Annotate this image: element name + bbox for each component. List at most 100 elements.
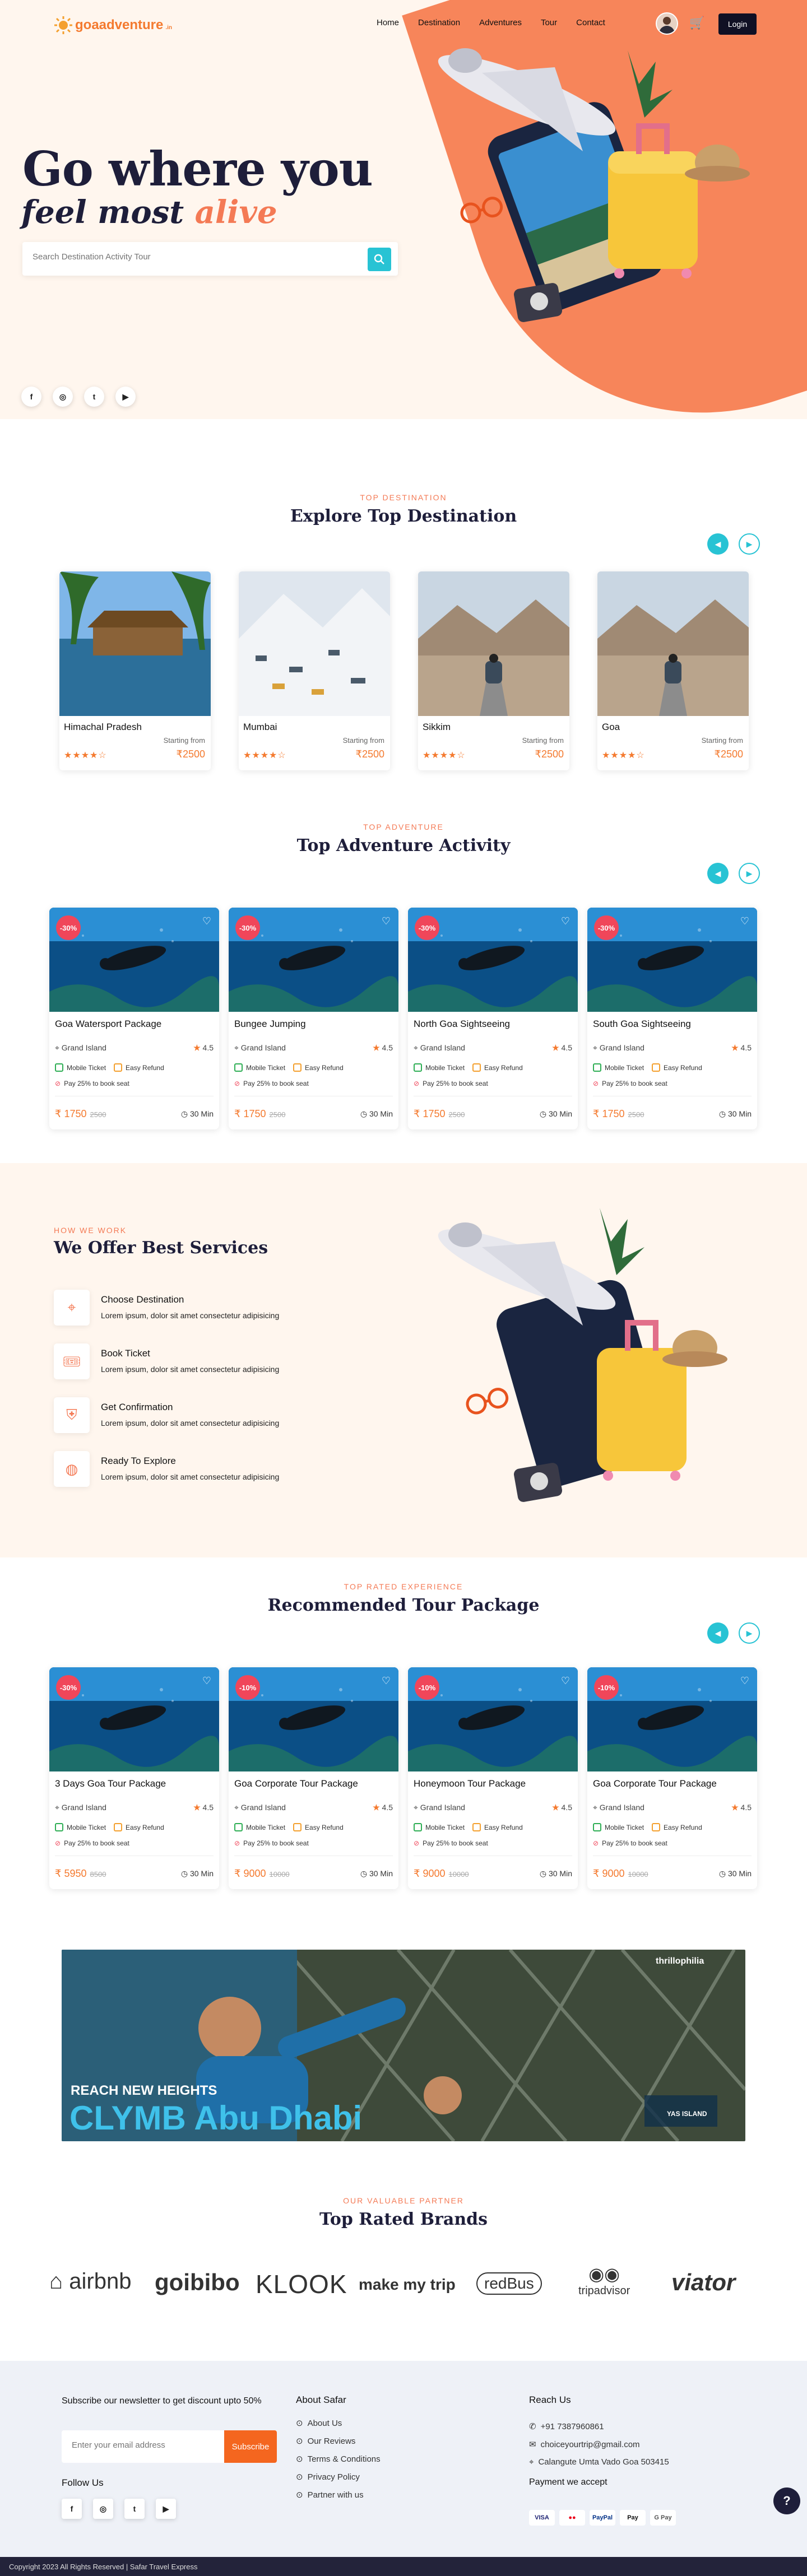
help-chat-button[interactable]: ? [773,2487,800,2514]
newsletter-email-input[interactable] [72,2440,212,2450]
package-card[interactable]: -30% ♡ North Goa Sightseeing ⌖ Grand Island… [408,908,578,1129]
destination-card[interactable]: Himachal Pradesh Starting from ★★★★☆ ₹25… [59,571,211,770]
destination-card[interactable]: Mumbai Starting from ★★★★☆ ₹2500 [239,571,390,770]
brand-airbnb: ⌂ airbnb [49,2269,132,2294]
heart-icon[interactable]: ♡ [382,915,391,927]
package-duration: ◷ 30 Min [181,1109,214,1119]
reach-title: Reach Us [529,2394,571,2405]
user-avatar[interactable] [656,12,678,35]
destination-name: Sikkim [423,722,451,732]
hero-travel-illustration [438,48,750,322]
nav-destination[interactable]: Destination [418,18,460,27]
feature-mobile-ticket: Mobile Ticket [593,1823,644,1831]
footer-link-reviews[interactable]: ⊙ Our Reviews [296,2436,355,2447]
footer-phone[interactable]: ✆ +91 7387960861 [529,2421,604,2432]
refund-icon [293,1063,302,1072]
heart-icon[interactable]: ♡ [740,1675,749,1687]
nav-home[interactable]: Home [377,18,399,27]
package-card[interactable]: -30% ♡ South Goa Sightseeing ⌖ Grand Island… [587,908,757,1129]
heart-icon[interactable]: ♡ [740,915,749,927]
heart-icon[interactable]: ♡ [561,1675,570,1687]
subscribe-button[interactable]: Subscribe [224,2430,277,2463]
email-text: choiceyourtrip@gmail.com [540,2439,640,2449]
destination-price: ₹2500 [535,748,564,760]
package-card[interactable]: -30% ♡ Bungee Jumping ⌖ Grand Island ★ 4.5 Mo… [229,908,398,1129]
about-title: About Safar [296,2394,346,2405]
nav-adventures[interactable]: Adventures [479,18,522,27]
tours-prev-button[interactable]: ◀ [707,1622,729,1644]
google-pay-icon: G Pay [650,2510,676,2526]
package-duration: ◷ 30 Min [540,1109,572,1119]
package-card[interactable]: -10% ♡ Goa Corporate Tour Package ⌖ Grand I… [229,1667,398,1889]
heart-icon[interactable]: ♡ [561,915,570,927]
destination-card[interactable]: Sikkim Starting from ★★★★☆ ₹2500 [418,571,569,770]
rating-value: 4.5 [740,1043,752,1052]
instagram-icon[interactable]: ◎ [93,2499,113,2519]
package-card[interactable]: -30% ♡ Goa Watersport Package ⌖ Grand Islan… [49,908,219,1129]
destinations-prev-button[interactable]: ◀ [707,533,729,555]
package-card[interactable]: -10% ♡ Goa Corporate Tour Package ⌖ Grand I… [587,1667,757,1889]
main-nav: Home Destination Adventures Tour Contact [377,18,605,27]
package-title: South Goa Sightseeing [593,1019,691,1029]
package-price: ₹ 1750 2500 [55,1108,106,1120]
package-location: ⌖ Grand Island [55,1803,106,1812]
destinations-next-button[interactable]: ▶ [739,533,760,555]
clock-icon: ◷ [539,1869,549,1878]
promo-banner[interactable]: thrillophilia REACH NEW HEIGHTS CLYMB Ab… [62,1950,745,2141]
youtube-icon[interactable]: ▶ [115,387,136,407]
footer-link-terms[interactable]: ⊙ Terms & Conditions [296,2454,381,2465]
youtube-icon[interactable]: ▶ [156,2499,176,2519]
twitter-icon[interactable]: t [124,2499,145,2519]
instagram-icon[interactable]: ◎ [53,387,73,407]
package-title: Bungee Jumping [234,1019,306,1029]
feature-mobile-ticket: Mobile Ticket [234,1823,285,1831]
location-text: Grand Island [240,1043,286,1052]
cart-icon[interactable]: 🛒 [689,16,704,30]
feature-mobile-ticket: Mobile Ticket [55,1063,106,1072]
logo-suffix: .in [165,24,173,31]
adventures-prev-button[interactable]: ◀ [707,863,729,884]
check-icon [234,1823,243,1831]
package-card[interactable]: -30% ♡ 3 Days Goa Tour Package ⌖ Grand Isla… [49,1667,219,1889]
facebook-icon[interactable]: f [62,2499,82,2519]
nav-tour[interactable]: Tour [541,18,557,27]
heart-icon[interactable]: ♡ [202,1675,211,1687]
brands-kicker: OUR VALUABLE PARTNER [343,2196,464,2205]
tours-next-button[interactable]: ▶ [739,1622,760,1644]
refund-icon [652,1823,661,1831]
search-button[interactable] [368,248,391,271]
footer-email[interactable]: ✉ choiceyourtrip@gmail.com [529,2439,640,2450]
location-icon: ⌖ [593,1803,600,1812]
follow-us-label: Follow Us [62,2477,104,2488]
banner-headline: REACH NEW HEIGHTS [71,2083,217,2098]
location-icon: ⌖ [593,1043,600,1052]
pay-note-text: Pay 25% to book seat [64,1080,129,1087]
heart-icon[interactable]: ♡ [202,915,211,927]
package-price: ₹ 9000 10000 [593,1868,648,1880]
location-text: Grand Island [599,1043,644,1052]
footer-link-privacy[interactable]: ⊙ Privacy Policy [296,2472,360,2482]
hero-search-input[interactable] [33,252,346,262]
destination-price: ₹2500 [176,748,206,760]
footer-link-about[interactable]: ⊙ About Us [296,2418,342,2429]
rating-value: 4.5 [382,1043,393,1052]
heart-icon[interactable]: ♡ [382,1675,391,1687]
package-card[interactable]: -10% ♡ Honeymoon Tour Package ⌖ Grand Islan… [408,1667,578,1889]
login-button[interactable]: Login [718,13,757,35]
tours-kicker: TOP RATED EXPERIENCE [344,1582,463,1591]
nav-contact[interactable]: Contact [576,18,605,27]
services-title: We Offer Best Services [54,1238,268,1258]
refund-icon [114,1063,123,1072]
feature-easy-refund: Easy Refund [652,1823,702,1831]
footer-link-partner[interactable]: ⊙ Partner with us [296,2490,364,2500]
destination-card[interactable]: Goa Starting from ★★★★☆ ₹2500 [597,571,749,770]
duration-text: 30 Min [548,1869,572,1878]
twitter-icon[interactable]: t [84,387,104,407]
old-price: 8500 [90,1870,106,1878]
facebook-icon[interactable]: f [21,387,41,407]
pay-note-text: Pay 25% to book seat [243,1080,309,1087]
site-logo[interactable]: goaadventure .in [54,16,172,35]
package-pay-note: ⊘ Pay 25% to book seat [414,1839,488,1847]
feature-label: Easy Refund [484,1823,523,1831]
adventures-next-button[interactable]: ▶ [739,863,760,884]
